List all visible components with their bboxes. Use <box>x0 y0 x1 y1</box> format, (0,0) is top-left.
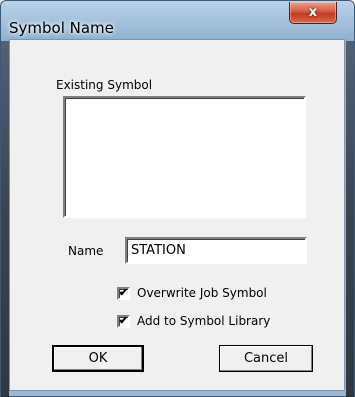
ok-button[interactable]: OK <box>52 345 144 372</box>
window-frame-right <box>346 41 354 397</box>
name-label: Name <box>68 244 104 258</box>
overwrite-job-symbol-option[interactable]: ✔ Overwrite Job Symbol <box>117 285 267 301</box>
checkmark-icon: ✔ <box>118 314 129 327</box>
add-to-symbol-library-checkbox[interactable]: ✔ <box>117 314 130 328</box>
title-bar[interactable]: Symbol Name x <box>1 1 354 39</box>
overwrite-job-symbol-label[interactable]: Overwrite Job Symbol <box>137 286 267 300</box>
checkmark-icon: ✔ <box>118 286 129 299</box>
existing-symbol-list[interactable] <box>63 96 306 218</box>
add-to-symbol-library-label[interactable]: Add to Symbol Library <box>137 314 270 328</box>
window-title: Symbol Name <box>9 19 114 37</box>
existing-symbol-label: Existing Symbol <box>56 78 153 92</box>
window-frame-left <box>1 41 9 397</box>
name-input[interactable]: STATION <box>125 237 307 264</box>
cancel-button[interactable]: Cancel <box>219 345 313 372</box>
add-to-symbol-library-option[interactable]: ✔ Add to Symbol Library <box>117 313 270 329</box>
overwrite-job-symbol-checkbox[interactable]: ✔ <box>117 286 130 300</box>
close-button[interactable]: x <box>289 2 337 24</box>
close-icon: x <box>308 5 318 20</box>
